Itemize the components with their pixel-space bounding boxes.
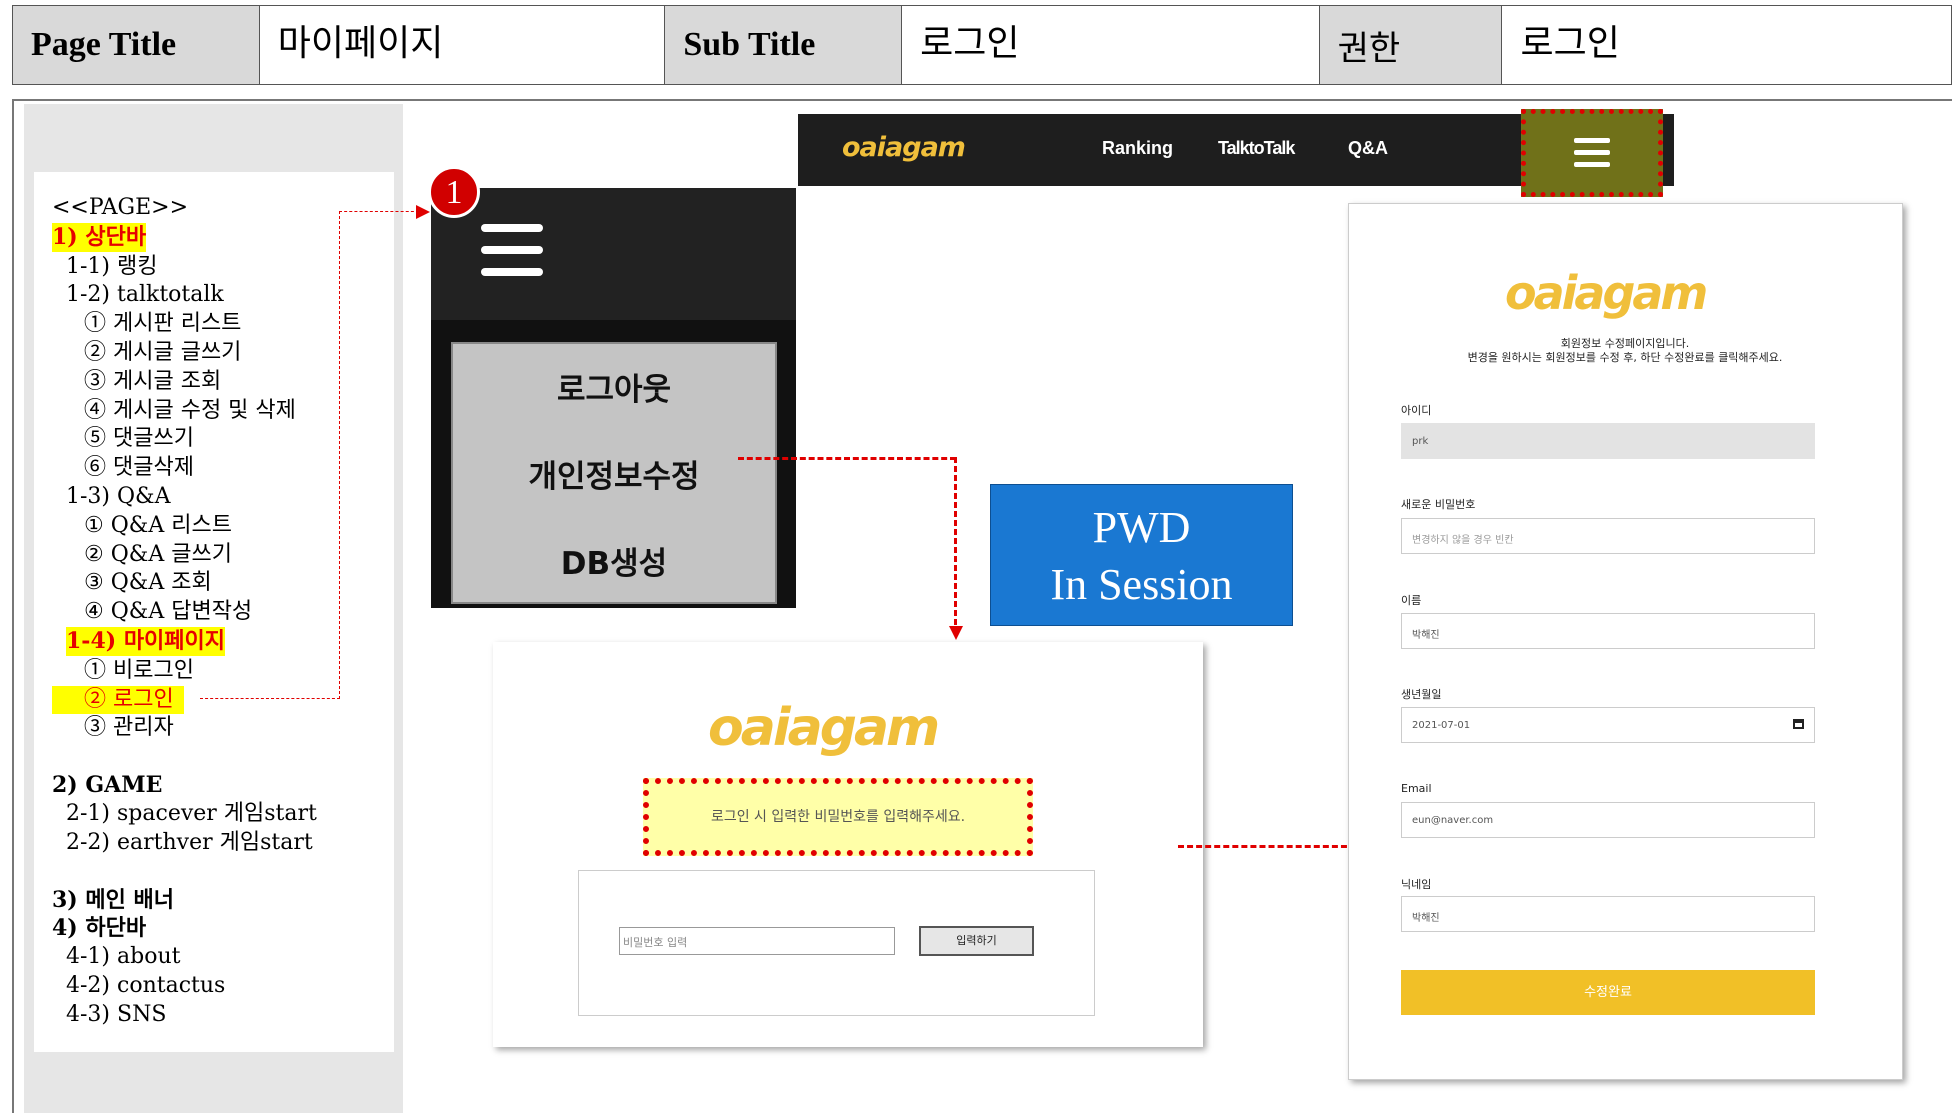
sub-title-label: Sub Title (665, 6, 903, 84)
sidebar-item-login-active: ② 로그인 (52, 685, 184, 715)
permission-value: 로그인 (1502, 6, 1952, 84)
field-label-email: Email (1401, 782, 1432, 795)
edit-submit-button[interactable]: 수정완료 (1401, 970, 1815, 1015)
field-label-name: 이름 (1401, 594, 1422, 607)
sidebar-item: 2-1) spacever 게임start (66, 800, 317, 826)
page-index-sidebar: <<PAGE>> 1) 상단바 1-1) 랭킹 1-2) talktotalk … (34, 172, 394, 1052)
page-title-value: 마이페이지 (259, 6, 666, 84)
email-field[interactable]: eun@naver.com (1401, 802, 1815, 838)
hamburger-icon[interactable] (481, 224, 543, 232)
field-label-birthdate: 생년월일 (1401, 688, 1442, 701)
step-badge: 1 (428, 166, 480, 218)
sidebar-item-mypage: 1-4) 마이페이지 (66, 626, 226, 656)
password-submit-button[interactable]: 입력하기 (919, 926, 1034, 956)
sidebar-item: 1-1) 랭킹 (66, 253, 158, 279)
nav-link-ranking[interactable]: Ranking (1102, 138, 1173, 159)
sidebar-item: ④ 게시글 수정 및 삭제 (84, 397, 296, 423)
create-db-menu-item[interactable]: DB생성 (453, 538, 775, 583)
sidebar-item: ③ 관리자 (84, 715, 174, 741)
nickname-field[interactable]: 박해진 (1401, 896, 1815, 932)
edit-intro-line2: 변경을 원하시는 회원정보를 수정 후, 하단 수정완료를 클릭해주세요. (1467, 351, 1783, 364)
sidebar-item: 3) 메인 배너 (52, 886, 174, 913)
sidebar-item: ① 게시판 리스트 (84, 311, 242, 337)
edit-profile-menu-item[interactable]: 개인정보수정 (453, 451, 775, 496)
sidebar-item: 1-3) Q&A (66, 483, 171, 509)
sidebar-item: ① 비로그인 (84, 657, 194, 683)
edit-intro-line1: 회원정보 수정페이지입니다. (1560, 337, 1690, 350)
field-label-id: 아이디 (1401, 404, 1432, 417)
logout-menu-item[interactable]: 로그아웃 (453, 364, 775, 409)
connector-line (339, 211, 419, 212)
sub-title-value: 로그인 (902, 6, 1320, 84)
connector-line (1178, 845, 1356, 848)
sidebar-item: ② Q&A 글쓰기 (84, 541, 232, 567)
connector-arrow (416, 205, 430, 219)
sidebar-item: 4) 하단바 (52, 915, 147, 942)
sidebar-item: 4-3) SNS (66, 1001, 167, 1027)
password-page-logo: oaiagam (708, 698, 940, 758)
connector-line (339, 211, 340, 699)
connector-line (738, 457, 956, 460)
dropdown-header (431, 188, 796, 320)
nav-link-talktotalk[interactable]: TalktoTalk (1218, 138, 1295, 159)
sidebar-item: ③ 게시글 조회 (84, 368, 222, 394)
sidebar-item-topbar: 1) 상단바 (52, 222, 147, 252)
password-notice: 로그인 시 입력한 비밀번호를 입력해주세요. (643, 778, 1033, 856)
field-label-password: 새로운 비밀번호 (1401, 498, 1476, 511)
spec-header-table: Page Title 마이페이지 Sub Title 로그인 권한 로그인 (12, 5, 1952, 85)
pwd-note-line2: In Session (1050, 560, 1233, 609)
field-label-nickname: 닉네임 (1401, 878, 1432, 891)
pwd-session-note: PWD In Session (990, 484, 1293, 626)
birthdate-value: 2021-07-01 (1412, 720, 1471, 731)
page-title-label: Page Title (13, 6, 260, 84)
birthdate-field[interactable]: 2021-07-01 (1401, 707, 1815, 743)
hamburger-icon (1574, 138, 1610, 143)
sidebar-item: ② 게시글 글쓰기 (84, 339, 242, 365)
sidebar-item: ④ Q&A 답변작성 (84, 599, 253, 625)
sidebar-item: ③ Q&A 조회 (84, 570, 212, 596)
sidebar-item: 4-2) contactus (66, 972, 226, 998)
menu-button[interactable] (1521, 109, 1663, 197)
id-field: prk (1401, 423, 1815, 459)
pwd-note-line1: PWD (1092, 503, 1191, 552)
edit-page-logo: oaiagam (1505, 266, 1708, 320)
sidebar-heading: <<PAGE>> (52, 195, 189, 220)
sidebar-item: ⑥ 댓글삭제 (84, 455, 194, 481)
dropdown-body: 로그아웃 개인정보수정 DB생성 (451, 342, 777, 604)
sidebar-item: ① Q&A 리스트 (84, 512, 232, 538)
connector-arrow (949, 626, 963, 640)
connector-line (954, 457, 957, 625)
navbar-logo[interactable]: oaiagam (842, 132, 966, 163)
sidebar-item: 1-2) talktotalk (66, 282, 224, 308)
calendar-icon[interactable] (1793, 719, 1804, 729)
new-password-field[interactable]: 변경하지 않을 경우 빈칸 (1401, 518, 1815, 554)
name-field[interactable]: 박해진 (1401, 613, 1815, 649)
sidebar-item: 2-2) earthver 게임start (66, 829, 313, 855)
sidebar-item: ⑤ 댓글쓰기 (84, 426, 194, 452)
permission-label: 권한 (1319, 6, 1503, 84)
sidebar-item: 2) GAME (52, 772, 163, 799)
password-input[interactable]: 비밀번호 입력 (619, 927, 895, 955)
sidebar-item: 4-1) about (66, 944, 181, 970)
nav-link-qna[interactable]: Q&A (1348, 138, 1388, 159)
connector-line (200, 698, 340, 699)
